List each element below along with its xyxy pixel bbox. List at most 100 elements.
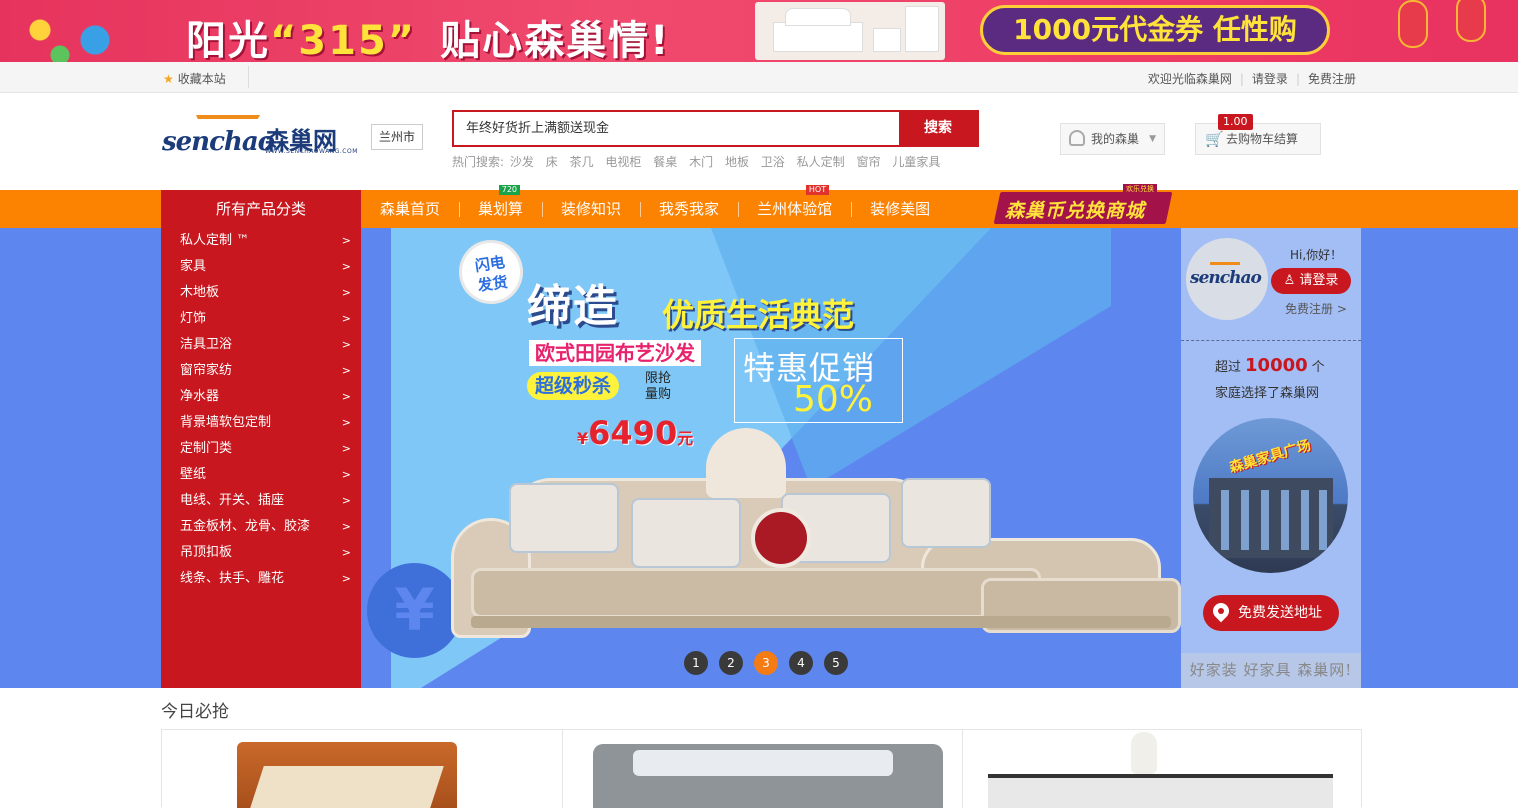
category-item[interactable]: 家具 > (161, 254, 361, 280)
category-item[interactable]: 线条、扶手、雕花 > (161, 566, 361, 592)
slogan: 好家装 好家具 森巢网! (1181, 653, 1361, 688)
hot-term[interactable]: 地板 (725, 155, 749, 169)
carousel-slide[interactable]: ¥ 闪电发货 缔造 优质生活典范 欧式田园布艺沙发 超级秒杀 限抢 量购 特惠促… (361, 228, 1181, 688)
user-panel: senchao Hi,你好！ ♙ 请登录 免费注册 > 超过 10000 个 家庭选… (1181, 228, 1361, 688)
store-photo[interactable]: 森巢家具广场 (1193, 418, 1348, 573)
carousel-dot[interactable]: 4 (789, 651, 813, 675)
carousel-dot[interactable]: 5 (824, 651, 848, 675)
category-item[interactable]: 洁具卫浴 > (161, 332, 361, 358)
category-item[interactable]: 私人定制 ™ > (161, 228, 361, 254)
cart-label: 去购物车结算 (1226, 132, 1299, 146)
hot-term[interactable]: 木门 (689, 155, 713, 169)
product-card[interactable] (562, 730, 962, 808)
table-product-image (988, 774, 1333, 808)
product-card[interactable] (962, 730, 1362, 808)
cart-button[interactable]: 🛒 1.00 去购物车结算 (1195, 114, 1321, 155)
chevron-right-icon: > (341, 546, 351, 559)
coin-mall-link[interactable]: 森巢币兑换商城 欢乐兑换 (993, 184, 1173, 224)
chevron-right-icon: > (341, 312, 351, 325)
divider (248, 66, 249, 88)
chevron-right-icon: > (341, 234, 351, 247)
site-logo[interactable]: senchao 森巢网 WWW.SENCHAOWANG.COM (162, 113, 357, 159)
category-item[interactable]: 电线、开关、插座 > (161, 488, 361, 514)
user-links: 欢迎光临森巢网 | 请登录 | 免费注册 (1147, 72, 1356, 86)
chevron-right-icon: > (341, 338, 351, 351)
hot-term[interactable]: 床 (546, 155, 558, 169)
carousel-dot[interactable]: 2 (719, 651, 743, 675)
hot-term[interactable]: 茶几 (570, 155, 594, 169)
limited-label: 限抢 量购 (645, 371, 672, 402)
nav-item-deals[interactable]: 巢划算 720 (459, 185, 542, 228)
carousel-dot[interactable]: 1 (684, 651, 708, 675)
favorite-link[interactable]: ★ 收藏本站 (163, 70, 226, 87)
promo-banner[interactable]: 阳光“315” 贴心森巢情! 1000元代金券 任性购 (0, 0, 1518, 62)
my-account-label: 我的森巢 (1091, 132, 1140, 146)
cart-icon: 🛒 (1205, 130, 1224, 148)
login-link[interactable]: 请登录 (1252, 72, 1288, 86)
register-link[interactable]: 免费注册 (1308, 72, 1356, 86)
chevron-right-icon: > (341, 442, 351, 455)
flash-sale-badge: 超级秒杀 (527, 372, 620, 400)
slide-title-big: 缔造 (527, 281, 619, 332)
chevron-right-icon: > (341, 494, 351, 507)
category-sidebar: 私人定制 ™ > 家具 > 木地板 > 灯饰 > 洁具卫浴 > 窗帘家纺 > 净水器 > 背景… (161, 228, 361, 688)
location-pin-icon (1209, 599, 1233, 623)
chevron-right-icon: > (341, 520, 351, 533)
category-item[interactable]: 定制门类 > (161, 436, 361, 462)
nav-item-gallery[interactable]: 装修美图 (851, 190, 949, 228)
coin-mall-sub: 欢乐兑换 (1123, 184, 1157, 194)
search-input[interactable] (454, 112, 899, 145)
hero-section: 私人定制 ™ > 家具 > 木地板 > 灯饰 > 洁具卫浴 > 窗帘家纺 > 净水器 > 背景… (0, 228, 1518, 688)
promo-box: 特惠促销 50% (734, 338, 903, 423)
carousel-dot-active[interactable]: 3 (754, 651, 778, 675)
panel-login-button[interactable]: ♙ 请登录 (1271, 268, 1351, 294)
nav-item-knowledge[interactable]: 装修知识 (542, 190, 640, 228)
nav-tag-hot: HOT (805, 185, 830, 195)
city-selector[interactable]: 兰州市 (371, 124, 423, 150)
search-button[interactable]: 搜索 (899, 112, 977, 145)
hot-search: 热门搜索: 沙发 床 茶几 电视柜 餐桌 木门 地板 卫浴 私人定制 窗帘 儿童… (452, 153, 948, 170)
coupon-pill[interactable]: 1000元代金券 任性购 (980, 5, 1330, 55)
category-item[interactable]: 灯饰 > (161, 306, 361, 332)
hot-term[interactable]: 卫浴 (761, 155, 785, 169)
category-item[interactable]: 壁纸 > (161, 462, 361, 488)
stat-line: 超过 10000 个 (1215, 355, 1325, 376)
category-item[interactable]: 吊顶扣板 > (161, 540, 361, 566)
hot-term[interactable]: 窗帘 (856, 155, 880, 169)
hot-term[interactable]: 私人定制 (797, 155, 845, 169)
category-item[interactable]: 木地板 > (161, 280, 361, 306)
discount-label: 50% (793, 379, 874, 420)
all-categories-button[interactable]: 所有产品分类 (161, 190, 361, 228)
search-box: 搜索 (452, 110, 979, 147)
main-nav: 所有产品分类 森巢首页 巢划算 720 装修知识 我秀我家 兰州体验馆 HOT 装修… (0, 184, 1518, 228)
hot-term[interactable]: 餐桌 (653, 155, 677, 169)
product-cards (161, 729, 1362, 808)
nav-item-experience-hall[interactable]: 兰州体验馆 HOT (738, 185, 851, 228)
chevron-right-icon: > (341, 260, 351, 273)
hot-term[interactable]: 沙发 (510, 155, 534, 169)
nav-tag-badge: 720 (498, 185, 521, 195)
product-card[interactable] (162, 730, 562, 808)
category-item[interactable]: 净水器 > (161, 384, 361, 410)
slide-title-rest: 优质生活典范 (662, 296, 855, 334)
greeting: Hi,你好！ (1290, 248, 1343, 262)
hot-term[interactable]: 儿童家具 (892, 155, 940, 169)
hot-term[interactable]: 电视柜 (605, 155, 641, 169)
send-address-button[interactable]: 免费发送地址 (1203, 595, 1339, 631)
category-item[interactable]: 背景墙软包定制 > (161, 410, 361, 436)
nav-item-showcase[interactable]: 我秀我家 (640, 190, 738, 228)
category-item[interactable]: 五金板材、龙骨、胶漆 > (161, 514, 361, 540)
slide-subtitle: 欧式田园布艺沙发 (529, 340, 701, 366)
yen-coin-icon: ¥ (367, 563, 462, 658)
carousel-pagination: 1 2 3 4 5 (684, 651, 848, 675)
nav-item-home[interactable]: 森巢首页 (361, 190, 459, 228)
category-item[interactable]: 窗帘家纺 > (161, 358, 361, 384)
promo-headline: 阳光“315” 贴心森巢情! (186, 18, 671, 62)
my-account-button[interactable]: 我的森巢 ▼ (1060, 123, 1165, 155)
chevron-right-icon: > (341, 286, 351, 299)
chevron-right-icon: > (341, 468, 351, 481)
nav-items: 森巢首页 巢划算 720 装修知识 我秀我家 兰州体验馆 HOT 装修美图 (361, 185, 949, 228)
bed-image (755, 2, 945, 60)
chevron-right-icon: > (341, 416, 351, 429)
panel-register-link[interactable]: 免费注册 > (1285, 300, 1347, 317)
